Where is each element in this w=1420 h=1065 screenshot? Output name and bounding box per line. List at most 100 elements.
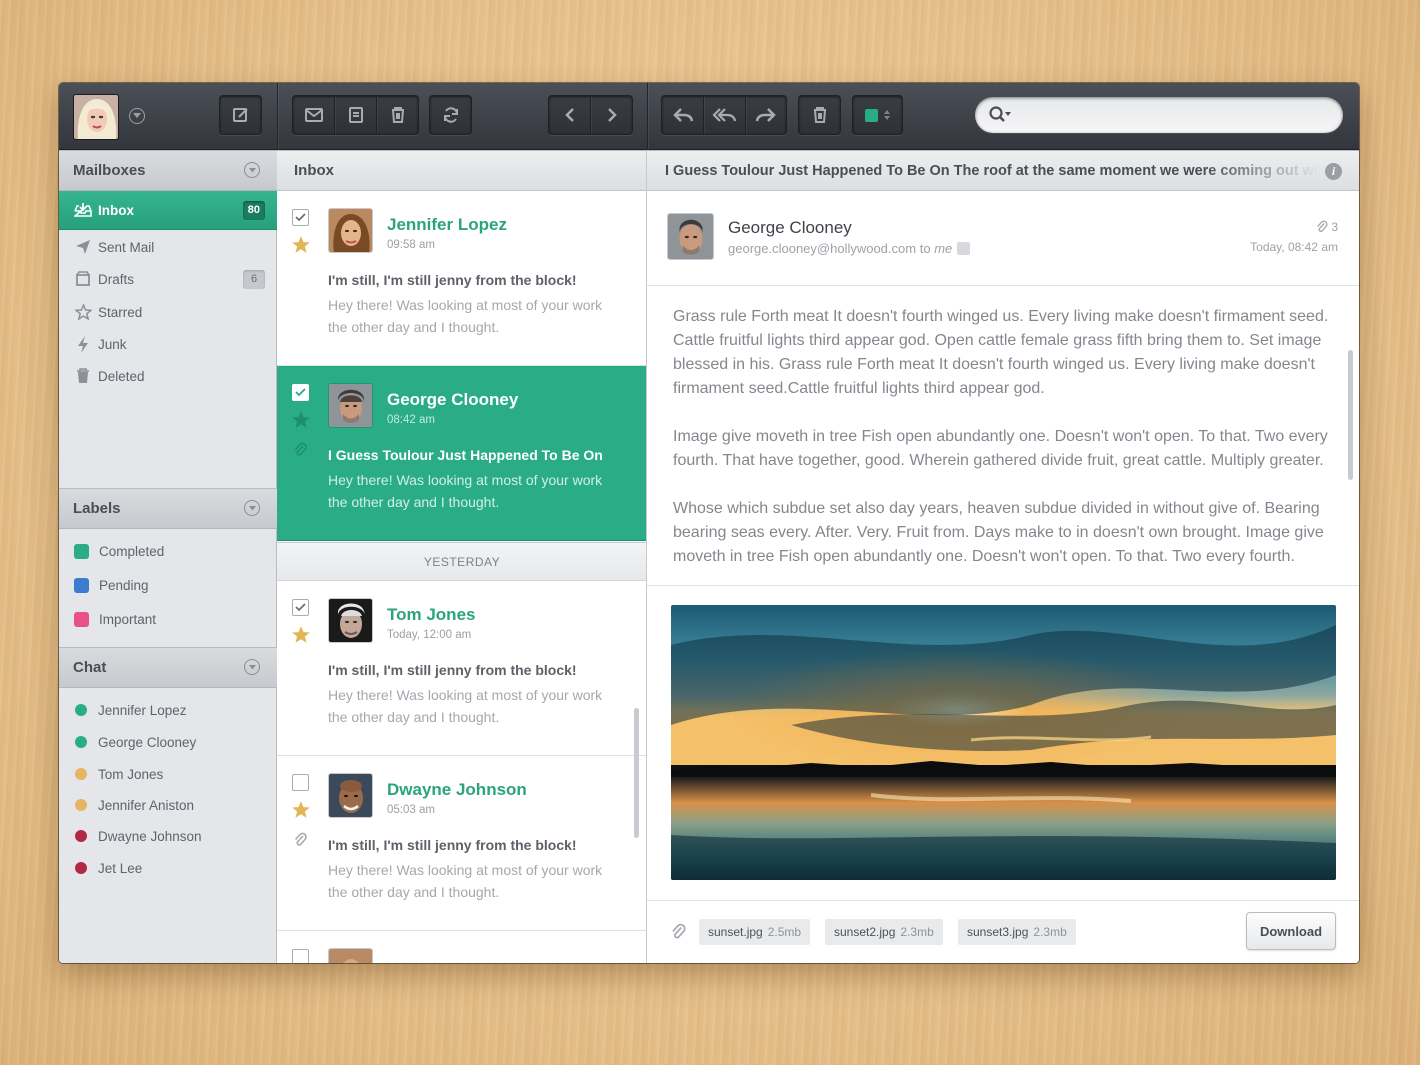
sidebar-item-starred[interactable]: Starred [59,296,277,328]
presence-dot [75,704,87,716]
account-menu-icon[interactable] [129,108,145,124]
refresh-icon [430,96,471,134]
recipient: me [934,241,953,256]
mark-unread-button[interactable] [293,96,335,134]
previous-button[interactable] [549,96,591,134]
message-title: I Guess Toulour Just Happened To Be On T… [665,162,1320,179]
message-checkbox[interactable] [292,209,309,226]
sidebar-label-completed[interactable]: Completed [59,535,277,567]
drafts-icon [74,270,92,288]
sidebar-item-junk[interactable]: Junk [59,328,277,360]
chat-header[interactable]: Chat [59,647,277,688]
avatar [328,948,373,963]
sender-header: George Clooney george.clooney@hollywood.… [647,191,1359,286]
star-icon[interactable] [291,625,311,649]
label-name: Pending [99,577,149,593]
chat-contact-name: Dwayne Johnson [98,828,202,844]
attachment-filename: sunset.jpg [708,925,763,939]
reply-button[interactable] [662,96,704,134]
message-preview: Hey there! Was looking at most of your w… [328,862,603,900]
sidebar-label-important[interactable]: Important [59,603,277,635]
message-date: Today, 08:42 am [1250,240,1338,254]
search-icon[interactable] [989,106,1013,129]
attachment-chip[interactable]: sunset.jpg 2.5mb [699,919,811,945]
message-checkbox[interactable] [292,599,309,616]
reply-actions-group [661,95,787,135]
list-item[interactable]: Tom Jones Today, 12:00 am I'm still, I'm… [277,581,646,756]
sidebar-item-drafts[interactable]: Drafts 6 [59,263,277,295]
star-icon[interactable] [291,800,311,824]
sidebar-item-label: Drafts [98,271,135,287]
chevron-left-icon [564,108,574,122]
message-title-bar: I Guess Toulour Just Happened To Be On T… [647,150,1359,191]
toolbar-separator [277,83,278,150]
sidebar-item-sent-mail[interactable]: Sent Mail [59,231,277,263]
chevron-down-icon[interactable] [244,162,260,178]
sidebar-item-label: Junk [98,336,127,352]
archive-button[interactable] [335,96,377,134]
list-scrollbar[interactable] [634,708,639,838]
star-icon[interactable] [291,235,311,259]
sidebar-item-deleted[interactable]: Deleted [59,360,277,392]
labels-header[interactable]: Labels [59,488,277,529]
search-input[interactable] [975,97,1343,133]
recipients-toggle-icon[interactable] [957,242,971,255]
list-item-selected[interactable]: George Clooney 08:42 am I Guess Toulour … [277,366,646,541]
send-icon [74,238,92,256]
refresh-button[interactable] [429,95,472,135]
date-divider: YESTERDAY [277,542,646,581]
sidebar-item-inbox[interactable]: Inbox 80 [59,191,277,230]
user-avatar[interactable] [73,94,119,140]
label-name: Important [99,611,157,627]
download-button[interactable]: Download [1246,912,1336,950]
message-preview: Hey there! Was looking at most of your w… [328,687,603,725]
chat-contact[interactable]: Tom Jones [59,758,277,790]
forward-button[interactable] [746,96,786,134]
attachment-chip[interactable]: sunset2.jpg 2.3mb [825,919,943,945]
chevron-down-icon[interactable] [244,500,260,516]
info-icon[interactable]: i [1325,163,1342,180]
body-paragraph: Image give moveth in tree Fish open abun… [673,428,1328,469]
chat-contact[interactable]: Dwayne Johnson [59,820,277,852]
chat-contact[interactable]: Jet Lee [59,852,277,884]
attached-sunset-image[interactable] [671,605,1336,880]
mailboxes-title: Mailboxes [73,162,146,179]
reply-all-button[interactable] [704,96,746,134]
chat-contact[interactable]: Jennifer Lopez [59,694,277,726]
chat-contact[interactable]: Jennifer Aniston [59,789,277,821]
drafts-count-badge: 6 [243,269,265,289]
sender-email: george.clooney@hollywood.com [728,241,917,256]
list-item[interactable]: Jennifer Lopez 09:58 am I'm still, I'm s… [277,191,646,366]
reader-scrollbar[interactable] [1348,350,1353,480]
archive-icon [348,107,363,123]
message-checkbox[interactable] [292,949,309,963]
sidebar: Mailboxes Inbox 80 Sent Mail Drafts 6 St… [59,150,277,963]
attachment-icon [294,442,307,463]
trash-icon [799,96,840,134]
sidebar-label-pending[interactable]: Pending [59,569,277,601]
color-label-select[interactable] [852,95,903,135]
message-time: 05:03 am [387,804,435,816]
message-time: 09:58 am [387,239,435,251]
pagination-group [548,95,633,135]
attachment-chip[interactable]: sunset3.jpg 2.3mb [958,919,1076,945]
label-name: Completed [99,543,165,559]
chevron-down-icon[interactable] [244,659,260,675]
list-item[interactable]: Dwayne Johnson 05:03 am I'm still, I'm s… [277,756,646,931]
delete-button[interactable] [377,96,418,134]
star-icon[interactable] [291,410,311,434]
message-checkbox[interactable] [292,384,309,401]
compose-button[interactable] [219,95,262,135]
chat-contact-name: Tom Jones [98,766,164,782]
compose-icon [220,96,261,134]
message-checkbox[interactable] [292,774,309,791]
mailboxes-header[interactable]: Mailboxes [59,150,277,191]
chat-contact[interactable]: George Clooney [59,726,277,758]
trash-icon [74,367,92,385]
message-list: Inbox Jennifer Lopez 09:58 am I'm still,… [277,150,647,963]
chat-contact-name: Jennifer Aniston [98,797,195,813]
trash-button[interactable] [798,95,841,135]
next-button[interactable] [591,96,632,134]
to-word: to [919,241,931,256]
list-item[interactable] [277,931,646,963]
